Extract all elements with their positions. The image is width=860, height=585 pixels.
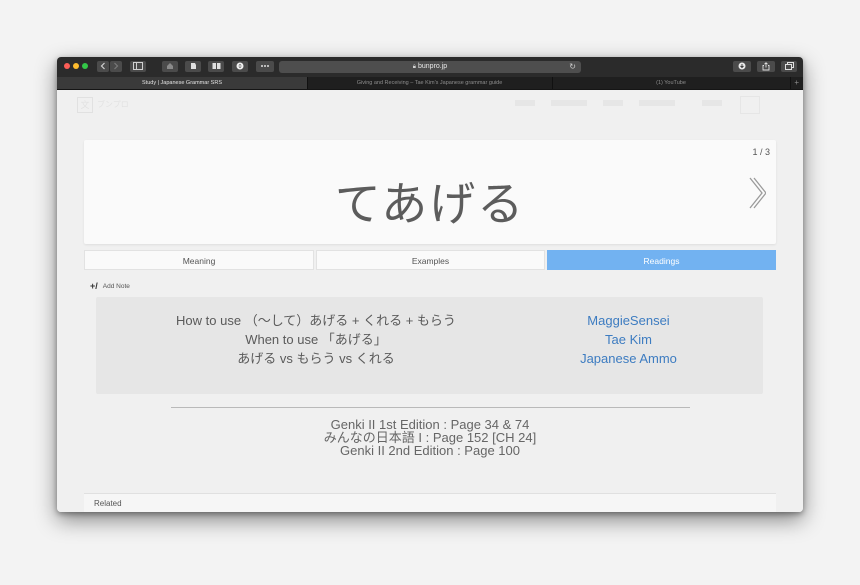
download-icon[interactable] — [733, 61, 751, 72]
tabs-icon[interactable] — [781, 61, 797, 72]
browser-window: 0 🔒︎ bunpro.jp ↻ Study | Japanese Grammar… — [57, 57, 803, 512]
info-tabs: Meaning Examples Readings — [84, 250, 776, 270]
nav-link[interactable] — [639, 100, 675, 106]
review-counter: 1 / 3 — [752, 147, 770, 157]
add-note-label: Add Note — [102, 283, 130, 290]
tab-examples[interactable]: Examples — [316, 250, 545, 270]
address-url: bunpro.jp — [418, 63, 448, 70]
tab-readings[interactable]: Readings — [547, 250, 776, 270]
address-bar[interactable]: 🔒︎ bunpro.jp ↻ — [279, 61, 581, 73]
readings-panel: How to use （〜して）あげる + くれる + もらう MaggieSe… — [96, 297, 763, 394]
related-section: Related — [84, 493, 776, 512]
share-icon[interactable] — [757, 61, 775, 72]
logo-text: ブンプロ — [97, 100, 129, 109]
reading-title: How to use （〜して）あげる + くれる + もらう — [176, 313, 456, 328]
divider — [171, 407, 690, 408]
web-page: 文 ブンプロ 1 / 3 てあげる Meaning Examples Readi… — [57, 90, 803, 512]
back-icon[interactable] — [97, 61, 109, 72]
nav-link[interactable] — [603, 100, 623, 106]
browser-tab-youtube[interactable]: (1) YouTube — [552, 77, 791, 89]
browser-tab-strip: Study | Japanese Grammar SRS Giving and … — [57, 77, 803, 90]
add-note-icon: +/ — [90, 281, 98, 291]
browser-tab-study[interactable]: Study | Japanese Grammar SRS — [57, 77, 308, 89]
close-window-button[interactable] — [64, 63, 70, 69]
textbook-reference: Genki II 2nd Edition : Page 100 — [340, 443, 520, 458]
site-nav: 文 ブンプロ — [57, 90, 803, 118]
reading-source-link[interactable]: Japanese Ammo — [566, 349, 691, 369]
bunpro-logo-icon[interactable]: 文 — [77, 97, 93, 113]
nav-link[interactable] — [702, 100, 722, 106]
browser-tab-tae-kim[interactable]: Giving and Receiving – Tae Kim's Japanes… — [307, 77, 553, 89]
home-icon[interactable] — [162, 61, 178, 72]
related-label: Related — [94, 499, 122, 508]
reading-title: あげる vs もらう vs くれる — [237, 351, 395, 366]
browser-tab-title: Study | Japanese Grammar SRS — [142, 80, 222, 86]
sidebar-icon[interactable] — [130, 61, 146, 72]
user-menu-button[interactable] — [740, 96, 760, 114]
minimize-window-button[interactable] — [73, 63, 79, 69]
add-note-button[interactable]: +/ Add Note — [90, 281, 130, 291]
svg-text:0: 0 — [239, 64, 242, 70]
grammar-point: てあげる — [334, 178, 526, 230]
reading-source-link[interactable]: MaggieSensei — [566, 311, 691, 331]
reading-source-link[interactable]: Tae Kim — [566, 330, 691, 350]
new-tab-icon[interactable]: + — [794, 77, 799, 89]
browser-toolbar: 0 🔒︎ bunpro.jp ↻ — [57, 57, 803, 78]
forward-icon[interactable] — [110, 61, 122, 72]
next-arrow-icon[interactable] — [748, 176, 766, 210]
evernote-icon[interactable] — [185, 61, 201, 72]
zoom-window-button[interactable] — [82, 63, 88, 69]
nav-link[interactable] — [515, 100, 535, 106]
browser-tab-title: (1) YouTube — [656, 80, 686, 86]
reload-icon[interactable]: ↻ — [569, 61, 576, 73]
grammar-card: 1 / 3 てあげる — [84, 140, 776, 244]
more-icon[interactable] — [256, 61, 274, 72]
lock-icon: 🔒︎ — [412, 64, 416, 70]
reading-title: When to use 「あげる」 — [245, 332, 387, 347]
browser-tab-title: Giving and Receiving – Tae Kim's Japanes… — [356, 80, 503, 86]
nav-link[interactable] — [551, 100, 587, 106]
ublock-icon[interactable]: 0 — [232, 61, 248, 72]
tab-meaning[interactable]: Meaning — [84, 250, 314, 270]
reader-icon[interactable] — [208, 61, 224, 72]
